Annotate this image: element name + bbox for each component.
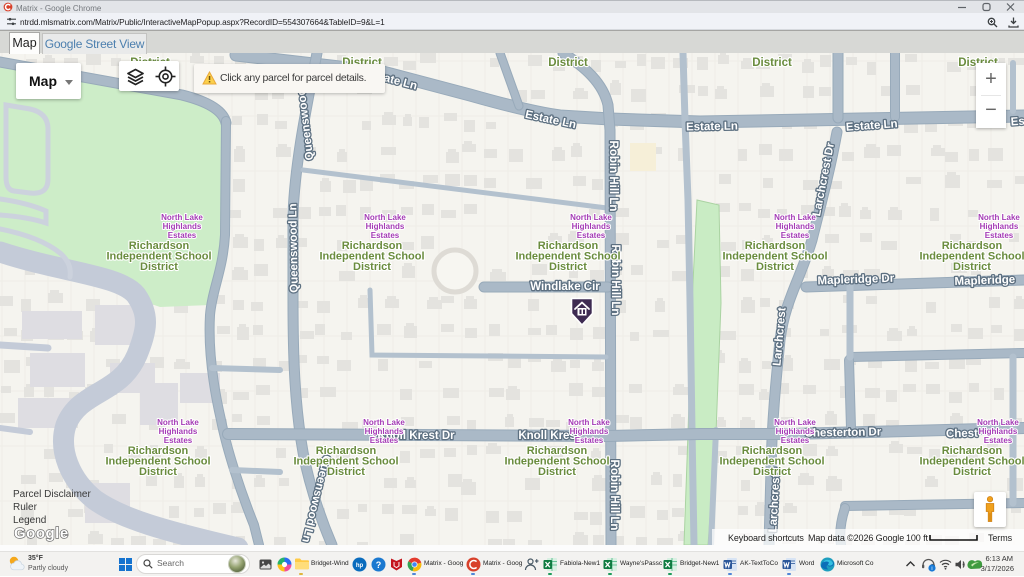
svg-text:Es: Es [1010,116,1024,129]
svg-text:District: District [548,57,588,69]
svg-text:hp: hp [356,563,364,569]
svg-text:Keyboard shortcuts: Keyboard shortcuts [728,533,804,543]
svg-text:Windlake Cir: Windlake Cir [530,281,600,293]
svg-text:Chest: Chest [946,428,978,441]
svg-text:100 ft: 100 ft [906,533,929,543]
svg-text:Estate Ln: Estate Ln [686,121,738,134]
svg-text:Robin Hill Ln: Robin Hill Ln [608,460,620,531]
svg-text:i: i [931,566,932,572]
svg-text:Parcel Disclaimer: Parcel Disclaimer [13,489,91,500]
svg-text:Chesterton Dr: Chesterton Dr [805,426,882,439]
svg-text:District: District [752,57,792,69]
svg-text:Queenswood Ln: Queenswood Ln [287,203,301,293]
svg-text:?: ? [376,560,382,570]
svg-text:Map data ©2026 Google: Map data ©2026 Google [808,533,904,543]
svg-text:Google: Google [14,525,69,542]
svg-text:Ruler: Ruler [13,502,38,513]
svg-text:Mapleridge: Mapleridge [954,274,1015,288]
svg-text:Terms: Terms [988,533,1013,543]
svg-text:Robin Hill Ln: Robin Hill Ln [607,141,619,212]
